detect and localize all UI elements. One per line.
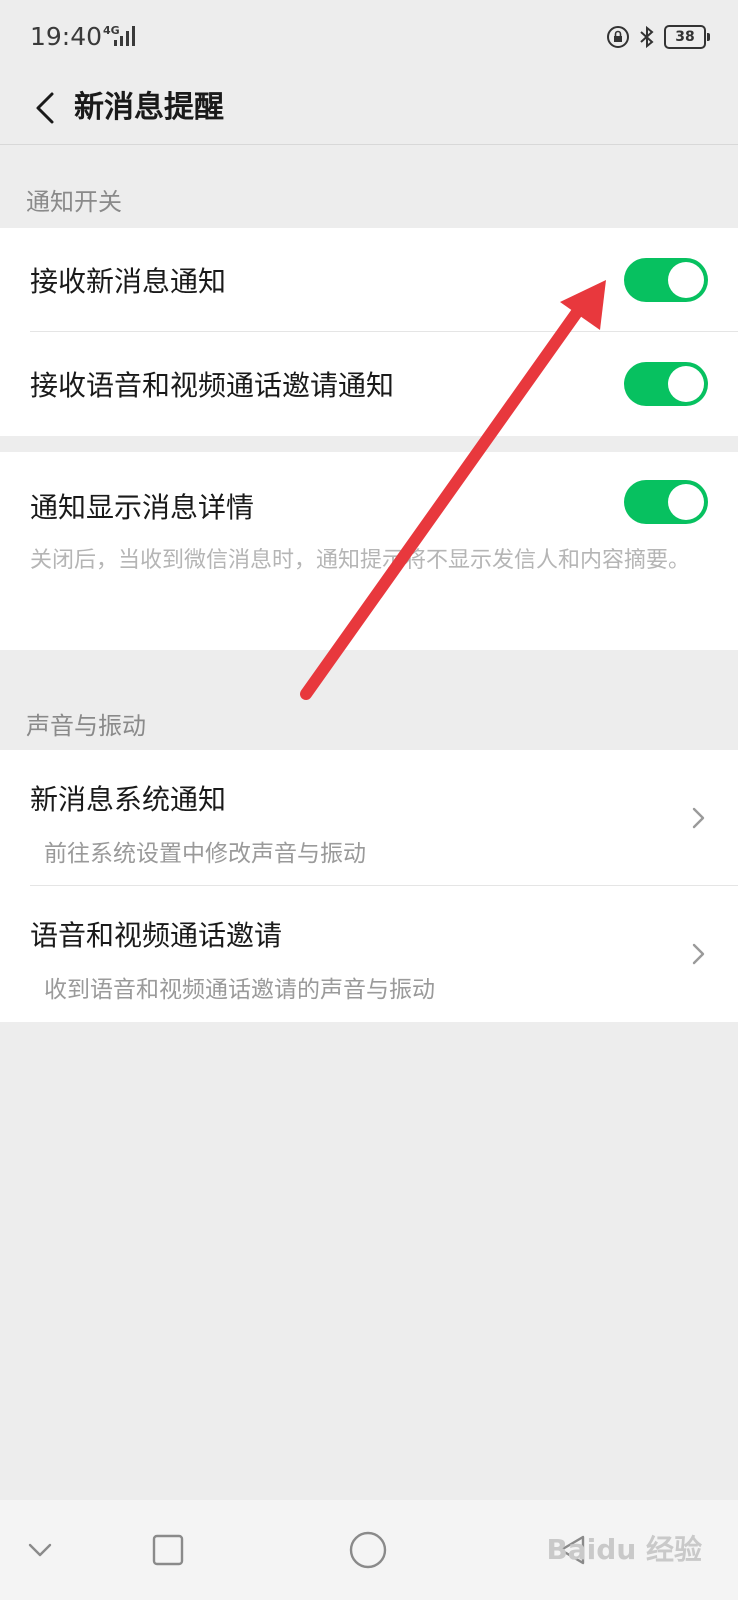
nav-collapse-button[interactable] bbox=[16, 1526, 64, 1574]
row-description: 关闭后，当收到微信消息时，通知提示将不显示发信人和内容摘要。 bbox=[30, 548, 691, 573]
row-receive-new-message: 接收新消息通知 bbox=[0, 228, 738, 332]
toggle-knob bbox=[668, 366, 704, 402]
nav-home-icon bbox=[349, 1531, 387, 1569]
toggle-receive-new-message[interactable] bbox=[624, 258, 708, 302]
row-receive-call-invite: 接收语音和视频通话邀请通知 bbox=[0, 332, 738, 436]
row-label: 接收新消息通知 bbox=[30, 265, 227, 298]
chevron-down-icon bbox=[28, 1543, 52, 1557]
toggle-receive-call-invite[interactable] bbox=[624, 362, 708, 406]
nav-home-button[interactable] bbox=[344, 1526, 392, 1574]
back-arrow-icon bbox=[36, 92, 54, 124]
row-call-invite-sound[interactable]: 语音和视频通话邀请 收到语音和视频通话邀请的声音与振动 bbox=[0, 886, 738, 1022]
chevron-right-icon bbox=[692, 807, 705, 829]
nav-recent-button[interactable] bbox=[144, 1526, 192, 1574]
section-header-sound: 声音与振动 bbox=[26, 712, 146, 740]
signal-icon bbox=[114, 26, 135, 46]
bluetooth-icon bbox=[640, 25, 654, 49]
nav-recent-icon bbox=[152, 1534, 184, 1566]
row-label: 接收语音和视频通话邀请通知 bbox=[30, 369, 395, 402]
back-button[interactable] bbox=[20, 82, 70, 134]
battery-icon: 38 bbox=[664, 25, 710, 49]
nav-bar: 新消息提醒 bbox=[0, 72, 738, 145]
row-subtitle: 前往系统设置中修改声音与振动 bbox=[44, 841, 366, 867]
lock-icon bbox=[607, 26, 629, 48]
notify-group: 接收新消息通知 接收语音和视频通话邀请通知 bbox=[0, 228, 738, 436]
status-bar: 19:40 4G 38 bbox=[0, 0, 738, 72]
detail-group: 通知显示消息详情 关闭后，当收到微信消息时，通知提示将不显示发信人和内容摘要。 bbox=[0, 452, 738, 650]
section-header-notify: 通知开关 bbox=[26, 188, 122, 216]
status-icons: 38 bbox=[606, 24, 710, 50]
row-label: 通知显示消息详情 bbox=[30, 491, 255, 524]
row-label: 语音和视频通话邀请 bbox=[30, 919, 283, 952]
sound-group: 新消息系统通知 前往系统设置中修改声音与振动 语音和视频通话邀请 收到语音和视频… bbox=[0, 750, 738, 1022]
page-title: 新消息提醒 bbox=[74, 90, 224, 125]
toggle-show-message-detail[interactable] bbox=[624, 480, 708, 524]
toggle-knob bbox=[668, 262, 704, 298]
watermark-logo: Baidu 经验 bbox=[546, 1533, 702, 1566]
row-subtitle: 收到语音和视频通话邀请的声音与振动 bbox=[44, 977, 435, 1003]
row-system-notification[interactable]: 新消息系统通知 前往系统设置中修改声音与振动 bbox=[0, 750, 738, 886]
chevron-right-icon bbox=[692, 943, 705, 965]
toggle-knob bbox=[668, 484, 704, 520]
row-label: 新消息系统通知 bbox=[30, 783, 227, 816]
status-time: 19:40 bbox=[30, 22, 103, 51]
row-show-message-detail: 通知显示消息详情 关闭后，当收到微信消息时，通知提示将不显示发信人和内容摘要。 bbox=[0, 452, 738, 650]
